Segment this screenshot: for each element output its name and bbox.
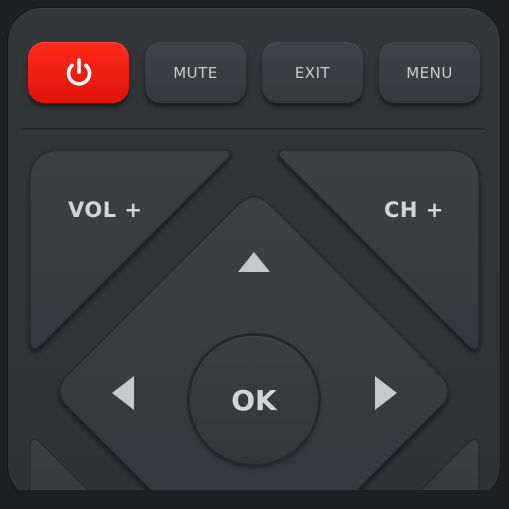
triangle-right-icon[interactable] — [373, 374, 399, 412]
ok-button[interactable]: OK — [190, 336, 318, 464]
triangle-left-icon[interactable] — [110, 374, 136, 412]
volume-up-label: VOL + — [68, 198, 143, 222]
channel-up-label: CH + — [384, 198, 444, 222]
remote-control-screen: MUTE EXIT MENU VOL + CH + OK — [0, 0, 509, 509]
bottom-edge — [0, 490, 509, 509]
triangle-up-icon[interactable] — [236, 250, 272, 274]
ok-label: OK — [231, 383, 277, 417]
